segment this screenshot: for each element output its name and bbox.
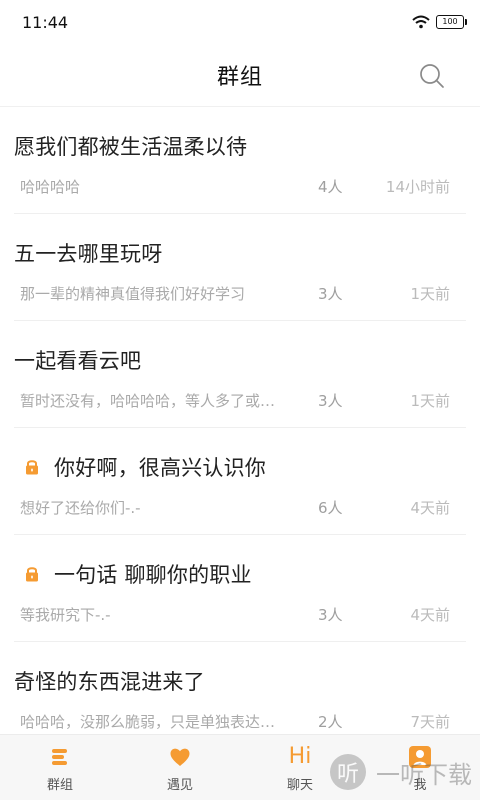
nav-label-chat: 聊天: [287, 774, 313, 793]
group-icon: [48, 745, 72, 769]
group-meta-row: 哈哈哈哈 4人 14小时前: [14, 171, 466, 201]
group-meta-row: 那一辈的精神真值得我们好好学习 3人 1天前: [14, 278, 466, 308]
lock-icon: [22, 564, 42, 584]
group-meta-row: 哈哈哈，没那么脆弱，只是单独表达… 2人 7天前: [14, 706, 466, 734]
bottom-navigation: 群组 遇见 Hi 聊天 我: [0, 734, 480, 800]
page-header: 群组: [0, 44, 480, 107]
group-name-row: 一起看看云吧: [14, 343, 466, 377]
group-name-row: 一句话 聊聊你的职业: [14, 557, 466, 591]
search-button[interactable]: [418, 62, 446, 90]
group-icon: [48, 743, 72, 771]
group-name: 一起看看云吧: [14, 345, 141, 375]
group-time: 14小时前: [374, 176, 450, 197]
group-time: 1天前: [374, 390, 450, 411]
nav-item-meet[interactable]: 遇见: [120, 735, 240, 801]
group-preview: 暂时还没有，哈哈哈哈，等人多了或…: [20, 390, 304, 411]
group-name-row: 愿我们都被生活温柔以待: [14, 129, 466, 163]
group-meta-row: 想好了还给你们-.- 6人 4天前: [14, 492, 466, 522]
group-time: 1天前: [374, 283, 450, 304]
nav-label-meet: 遇见: [167, 774, 193, 793]
group-member-count: 2人: [318, 711, 374, 732]
group-name: 五一去哪里玩呀: [14, 238, 162, 268]
heart-icon: [168, 745, 192, 769]
lock-icon: [22, 457, 42, 477]
group-name: 一句话 聊聊你的职业: [54, 559, 252, 589]
group-name-row: 五一去哪里玩呀: [14, 236, 466, 270]
group-name: 奇怪的东西混进来了: [14, 666, 205, 696]
hi-chat-icon: Hi: [289, 743, 312, 771]
group-list-item[interactable]: 你好啊，很高兴认识你 想好了还给你们-.- 6人 4天前: [0, 428, 480, 535]
group-time: 4天前: [374, 604, 450, 625]
nav-item-chat[interactable]: Hi 聊天: [240, 735, 360, 801]
group-meta-row: 等我研究下-.- 3人 4天前: [14, 599, 466, 629]
group-list-item[interactable]: 一句话 聊聊你的职业 等我研究下-.- 3人 4天前: [0, 535, 480, 642]
nav-item-groups[interactable]: 群组: [0, 735, 120, 801]
group-time: 4天前: [374, 497, 450, 518]
group-member-count: 3人: [318, 390, 374, 411]
group-member-count: 3人: [318, 604, 374, 625]
group-name-row: 奇怪的东西混进来了: [14, 664, 466, 698]
group-name-row: 你好啊，很高兴认识你: [14, 450, 466, 484]
group-list-item[interactable]: 五一去哪里玩呀 那一辈的精神真值得我们好好学习 3人 1天前: [0, 214, 480, 321]
group-list-item[interactable]: 奇怪的东西混进来了 哈哈哈，没那么脆弱，只是单独表达… 2人 7天前: [0, 642, 480, 734]
group-preview: 等我研究下-.-: [20, 604, 304, 625]
group-member-count: 4人: [318, 176, 374, 197]
nav-label-me: 我: [413, 774, 426, 793]
nav-label-groups: 群组: [47, 774, 73, 793]
hi-chat-icon-text: Hi: [289, 744, 312, 770]
group-list: 愿我们都被生活温柔以待 哈哈哈哈 4人 14小时前 五一去哪里玩呀 那一辈的精神…: [0, 107, 480, 734]
group-list-item[interactable]: 愿我们都被生活温柔以待 哈哈哈哈 4人 14小时前: [0, 107, 480, 214]
group-name: 愿我们都被生活温柔以待: [14, 131, 247, 161]
profile-icon: [407, 744, 433, 770]
group-meta-row: 暂时还没有，哈哈哈哈，等人多了或… 3人 1天前: [14, 385, 466, 415]
battery-icon: 100: [436, 15, 464, 29]
group-member-count: 3人: [318, 283, 374, 304]
group-preview: 想好了还给你们-.-: [20, 497, 304, 518]
group-preview: 哈哈哈，没那么脆弱，只是单独表达…: [20, 711, 304, 732]
group-preview: 哈哈哈哈: [20, 176, 304, 197]
group-preview: 那一辈的精神真值得我们好好学习: [20, 283, 304, 304]
heart-icon: [168, 743, 192, 771]
search-icon: [419, 63, 445, 89]
wifi-icon: [412, 15, 430, 29]
group-name: 你好啊，很高兴认识你: [54, 452, 266, 482]
group-time: 7天前: [374, 711, 450, 732]
status-time: 11:44: [22, 13, 68, 32]
page-title: 群组: [217, 59, 263, 91]
group-member-count: 6人: [318, 497, 374, 518]
profile-icon: [407, 743, 433, 771]
nav-item-me[interactable]: 我: [360, 735, 480, 801]
status-icons: 100: [412, 15, 464, 29]
status-bar: 11:44 100: [0, 0, 480, 44]
group-list-item[interactable]: 一起看看云吧 暂时还没有，哈哈哈哈，等人多了或… 3人 1天前: [0, 321, 480, 428]
